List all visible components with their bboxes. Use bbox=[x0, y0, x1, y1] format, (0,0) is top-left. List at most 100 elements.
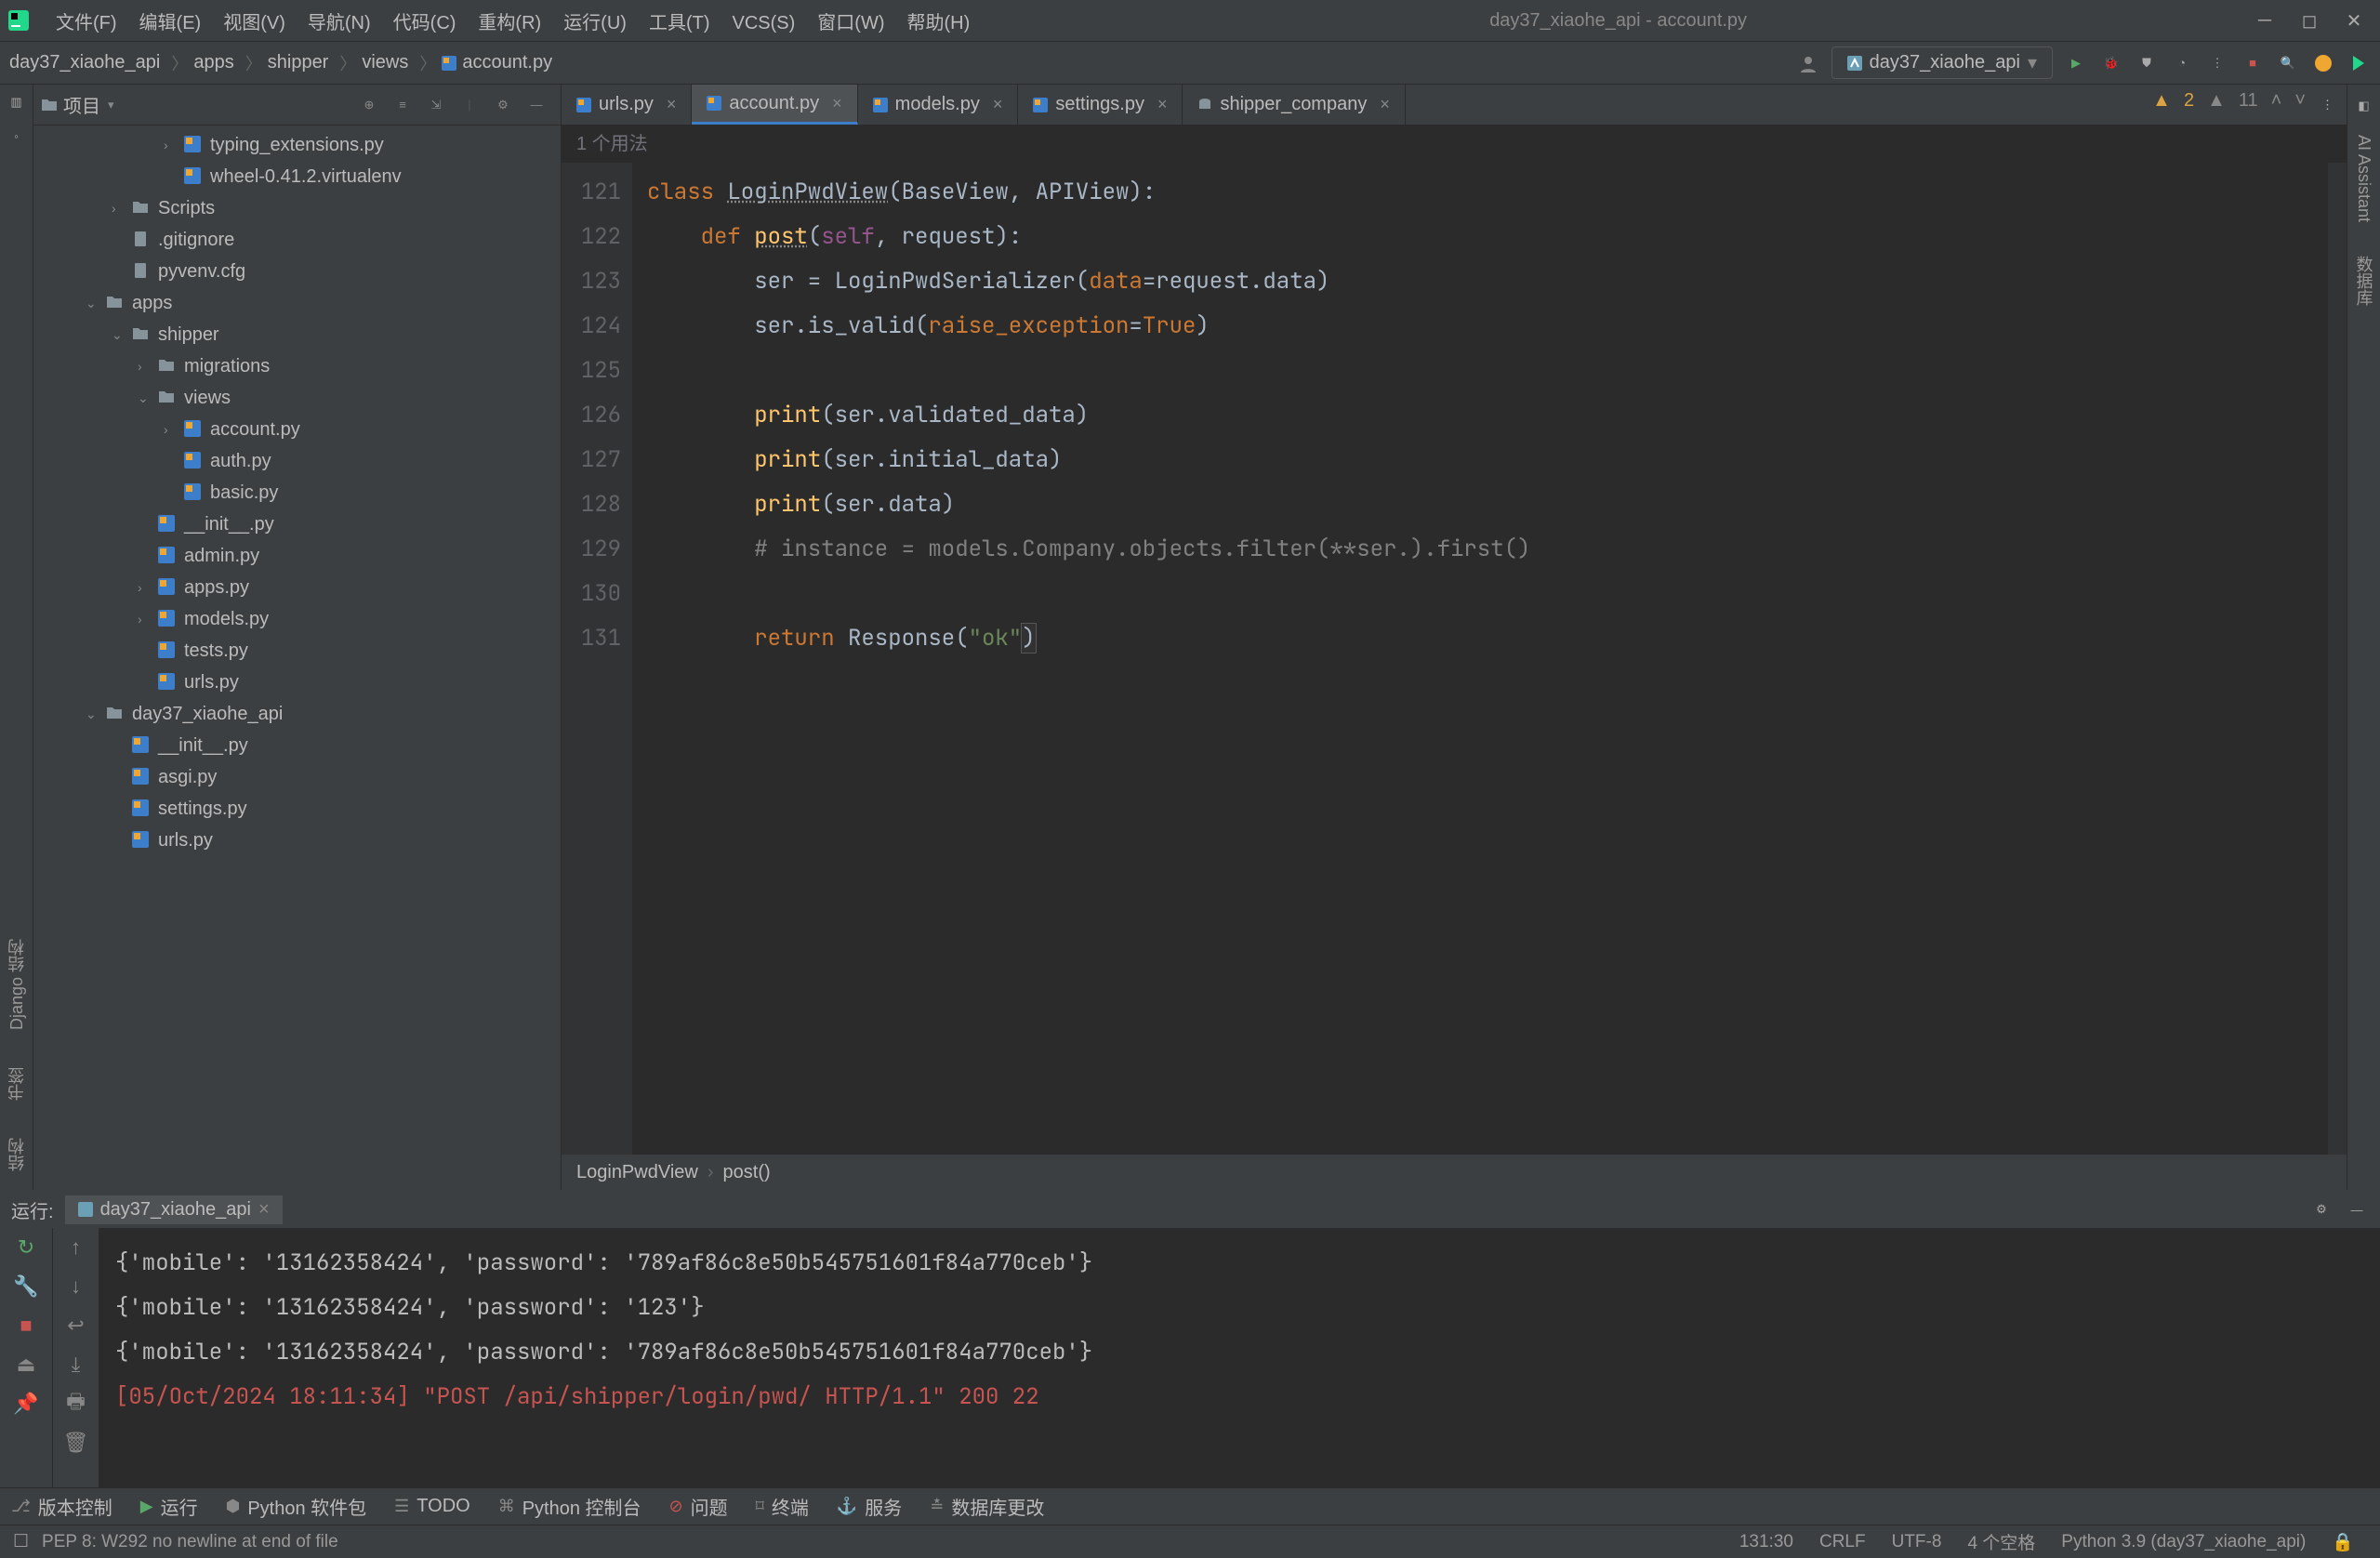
scroll-to-end-icon[interactable]: ⤓ bbox=[64, 1353, 88, 1377]
tree-row[interactable]: urls.py bbox=[33, 667, 561, 698]
select-opened-icon[interactable]: ⊕ bbox=[358, 94, 380, 116]
tree-row[interactable]: ⌄apps bbox=[33, 287, 561, 319]
menu-item[interactable]: 导航(N) bbox=[297, 9, 382, 37]
code-editor[interactable]: class LoginPwdView(BaseView, APIView): d… bbox=[632, 163, 2328, 1155]
tree-row[interactable]: ›models.py bbox=[33, 603, 561, 635]
tree-row[interactable]: ›typing_extensions.py bbox=[33, 129, 561, 161]
menu-item[interactable]: 运行(U) bbox=[552, 9, 638, 37]
rerun-icon[interactable]: ↻ bbox=[14, 1235, 38, 1260]
menu-item[interactable]: 窗口(W) bbox=[806, 9, 895, 37]
inspection-nav-down[interactable]: ˅ bbox=[2294, 90, 2306, 112]
more-run-button[interactable]: ⋮ bbox=[2205, 51, 2229, 75]
left-tab-structure[interactable]: 结构 bbox=[5, 1138, 29, 1171]
breadcrumb-segment[interactable]: apps bbox=[193, 52, 233, 73]
tab-close-icon[interactable]: × bbox=[667, 95, 677, 114]
project-tool-icon[interactable]: ▥ bbox=[5, 90, 29, 114]
error-stripe[interactable] bbox=[2328, 163, 2347, 1155]
tree-row[interactable]: .gitignore bbox=[33, 224, 561, 256]
run-console[interactable]: {'mobile': '13162358424', 'password': '7… bbox=[99, 1228, 2380, 1487]
breadcrumb-segment[interactable]: views bbox=[362, 52, 408, 73]
status-line-separator[interactable]: CRLF bbox=[1819, 1532, 1866, 1552]
editor-tab[interactable]: settings.py× bbox=[1018, 85, 1183, 125]
tab-close-icon[interactable]: × bbox=[1380, 95, 1390, 114]
menu-item[interactable]: 帮助(H) bbox=[896, 9, 982, 37]
notifications-icon[interactable]: ◧ bbox=[2352, 94, 2376, 118]
collapse-all-icon[interactable]: ⇲ bbox=[425, 94, 447, 116]
run-hide-icon[interactable]: — bbox=[2345, 1197, 2369, 1221]
usages-hint[interactable]: 1 个用法 bbox=[562, 125, 2347, 163]
settings-icon[interactable]: ⚙ bbox=[492, 94, 514, 116]
breadcrumb-segment[interactable]: account.py bbox=[462, 52, 552, 73]
tabs-more-icon[interactable]: ⋮ bbox=[2308, 85, 2347, 125]
status-caret-position[interactable]: 131:30 bbox=[1739, 1532, 1793, 1552]
wrench-icon[interactable]: 🔧 bbox=[14, 1274, 38, 1299]
breadcrumb-segment[interactable]: shipper bbox=[268, 52, 329, 73]
right-tab-ai[interactable]: AI Assistant bbox=[2354, 135, 2373, 222]
soft-wrap-icon[interactable]: ↩ bbox=[64, 1314, 88, 1338]
print-icon[interactable]: 🖶 bbox=[64, 1392, 88, 1416]
menu-item[interactable]: 文件(F) bbox=[45, 9, 128, 37]
tree-row[interactable]: ⌄shipper bbox=[33, 319, 561, 350]
minimize-button[interactable]: ─ bbox=[2255, 11, 2274, 30]
status-interpreter[interactable]: Python 3.9 (day37_xiaohe_api) bbox=[2061, 1532, 2306, 1552]
code-breadcrumb[interactable]: LoginPwdView › post() bbox=[562, 1155, 2347, 1190]
tree-row[interactable]: ›migrations bbox=[33, 350, 561, 382]
tree-row[interactable]: ›account.py bbox=[33, 414, 561, 445]
tool-window-button[interactable]: ⚓服务 bbox=[837, 1493, 902, 1520]
menu-item[interactable]: 重构(R) bbox=[467, 9, 552, 37]
tree-row[interactable]: asgi.py bbox=[33, 761, 561, 793]
run-configuration-selector[interactable]: day37_xiaohe_api ▾ bbox=[1831, 46, 2053, 79]
tree-row[interactable]: ›Scripts bbox=[33, 192, 561, 224]
tree-row[interactable]: auth.py bbox=[33, 445, 561, 477]
search-everywhere-icon[interactable]: 🔍 bbox=[2276, 51, 2300, 75]
exit-icon[interactable]: ⏏ bbox=[14, 1353, 38, 1377]
status-encoding[interactable]: UTF-8 bbox=[1892, 1532, 1942, 1552]
debug-button[interactable]: 🐞 bbox=[2099, 51, 2123, 75]
stop-run-icon[interactable]: ■ bbox=[14, 1314, 38, 1338]
tree-row[interactable]: __init__.py bbox=[33, 730, 561, 761]
run-button[interactable]: ▶ bbox=[2064, 51, 2088, 75]
run-settings-icon[interactable]: ⚙ bbox=[2309, 1197, 2334, 1221]
breadcrumb[interactable]: day37_xiaohe_api〉apps〉shipper〉views〉acco… bbox=[9, 51, 558, 75]
hide-panel-icon[interactable]: — bbox=[525, 94, 548, 116]
tree-row[interactable]: urls.py bbox=[33, 825, 561, 856]
editor-tab[interactable]: shipper_company× bbox=[1183, 85, 1405, 125]
tree-row[interactable]: ⌄views bbox=[33, 382, 561, 414]
status-indent[interactable]: 4 个空格 bbox=[1967, 1529, 2035, 1554]
tool-window-button[interactable]: ⌘Python 控制台 bbox=[498, 1493, 641, 1520]
left-tab-bookmarks[interactable]: 书签 bbox=[5, 1067, 29, 1101]
menu-item[interactable]: 视图(V) bbox=[212, 9, 297, 37]
editor-tab[interactable]: models.py× bbox=[858, 85, 1019, 125]
profile-button[interactable]: ◔ bbox=[2170, 51, 2194, 75]
maximize-button[interactable]: ◻ bbox=[2300, 11, 2319, 30]
tree-row[interactable]: __init__.py bbox=[33, 508, 561, 540]
tab-close-icon[interactable]: × bbox=[993, 95, 1003, 114]
editor-tab[interactable]: urls.py× bbox=[562, 85, 692, 125]
code-crumb-method[interactable]: post() bbox=[723, 1162, 771, 1183]
menu-item[interactable]: 工具(T) bbox=[638, 9, 721, 37]
code-crumb-class[interactable]: LoginPwdView bbox=[576, 1162, 698, 1183]
inspection-nav-up[interactable]: ˄ bbox=[2271, 90, 2282, 112]
right-tab-database[interactable]: 数据库 bbox=[2352, 256, 2376, 306]
status-lock-icon[interactable]: 🔒 bbox=[2332, 1531, 2354, 1553]
coverage-button[interactable]: ⛊ bbox=[2135, 51, 2159, 75]
tab-close-icon[interactable]: × bbox=[832, 94, 842, 113]
editor-tab[interactable]: account.py× bbox=[692, 85, 857, 125]
editor-gutter[interactable]: 121122123124125126127128129130131 bbox=[562, 163, 632, 1155]
stop-button[interactable]: ■ bbox=[2241, 51, 2265, 75]
breadcrumb-segment[interactable]: day37_xiaohe_api bbox=[9, 52, 160, 73]
expand-all-icon[interactable]: ≡ bbox=[391, 94, 414, 116]
left-tab-django[interactable]: Django 结构 bbox=[5, 939, 29, 1030]
tree-row[interactable]: tests.py bbox=[33, 635, 561, 667]
run-tab[interactable]: day37_xiaohe_api × bbox=[65, 1195, 283, 1224]
tool-window-button[interactable]: ≛数据库更改 bbox=[930, 1493, 1044, 1520]
menu-item[interactable]: 编辑(E) bbox=[128, 9, 213, 37]
codewithme-icon[interactable] bbox=[2347, 51, 2371, 75]
menu-item[interactable]: VCS(S) bbox=[721, 9, 807, 37]
tab-close-icon[interactable]: × bbox=[1157, 95, 1168, 114]
tool-window-button[interactable]: ⌑终端 bbox=[756, 1493, 809, 1520]
close-button[interactable]: ✕ bbox=[2345, 11, 2363, 30]
tree-row[interactable]: pyvenv.cfg bbox=[33, 256, 561, 287]
tree-row[interactable]: admin.py bbox=[33, 540, 561, 572]
tree-row[interactable]: ›apps.py bbox=[33, 572, 561, 603]
